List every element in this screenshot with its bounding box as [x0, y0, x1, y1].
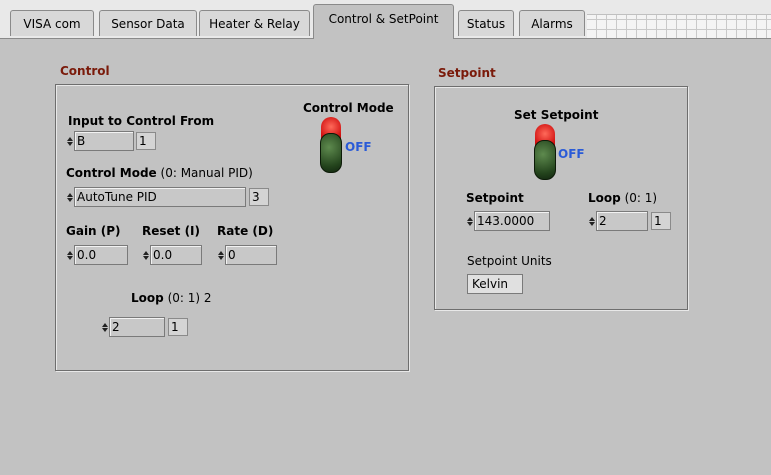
- tab-visa-com[interactable]: VISA com: [10, 10, 94, 36]
- setpoint-units-value: Kelvin: [467, 274, 523, 294]
- toggle-lever: [320, 133, 342, 173]
- setpoint-input[interactable]: 143.0000: [474, 211, 550, 231]
- gain-spinner[interactable]: [66, 245, 73, 265]
- tab-status[interactable]: Status: [458, 10, 514, 36]
- loop-label-bold: Loop: [131, 291, 164, 305]
- tab-control-setpoint[interactable]: Control & SetPoint: [313, 4, 454, 39]
- setpoint-loop-input[interactable]: 2: [596, 211, 648, 231]
- tab-heater-relay[interactable]: Heater & Relay: [199, 10, 310, 36]
- setpoint-label: Setpoint: [466, 191, 524, 205]
- control-mode-toggle-label: Control Mode: [303, 101, 394, 115]
- input-to-control-label: Input to Control From: [68, 114, 215, 128]
- setpoint-loop-index: 1: [651, 212, 671, 230]
- control-mode-state: OFF: [345, 140, 372, 154]
- tab-strip-filler: [587, 14, 771, 39]
- control-mode-label-bold: Control Mode: [66, 166, 157, 180]
- setpoint-loop-label-bold: Loop: [588, 191, 621, 205]
- setpoint-loop-spinner[interactable]: [588, 211, 595, 231]
- reset-spinner[interactable]: [142, 245, 149, 265]
- input-spinner[interactable]: [66, 131, 73, 151]
- loop-spinner[interactable]: [101, 317, 108, 337]
- loop-label: Loop (0: 1) 2: [131, 291, 212, 305]
- reset-label: Reset (I): [142, 224, 201, 238]
- setpoint-loop-label: Loop (0: 1): [588, 191, 657, 205]
- tab-alarms[interactable]: Alarms: [519, 10, 585, 36]
- set-setpoint-label: Set Setpoint: [514, 108, 599, 122]
- input-control-select[interactable]: B: [74, 131, 134, 151]
- gain-input[interactable]: 0.0: [74, 245, 128, 265]
- gain-label: Gain (P): [66, 224, 121, 238]
- setpoint-units-label: Setpoint Units: [467, 254, 552, 268]
- loop-label-note: (0: 1) 2: [167, 291, 212, 305]
- control-group-title: Control: [60, 64, 110, 78]
- setpoint-spinner[interactable]: [466, 211, 473, 231]
- setpoint-group-title: Setpoint: [438, 66, 496, 80]
- control-mode-label-note: (0: Manual PID): [160, 166, 253, 180]
- tab-sensor-data[interactable]: Sensor Data: [99, 10, 197, 36]
- input-control-index: 1: [136, 132, 156, 150]
- control-mode-spinner[interactable]: [66, 187, 73, 207]
- rate-spinner[interactable]: [217, 245, 224, 265]
- setpoint-loop-label-note: (0: 1): [624, 191, 658, 205]
- control-mode-index: 3: [249, 188, 269, 206]
- control-mode-toggle[interactable]: [320, 117, 342, 173]
- toggle-lever: [534, 140, 556, 180]
- rate-input[interactable]: 0: [225, 245, 277, 265]
- set-setpoint-state: OFF: [558, 147, 585, 161]
- control-mode-label: Control Mode (0: Manual PID): [66, 166, 253, 180]
- reset-input[interactable]: 0.0: [150, 245, 202, 265]
- set-setpoint-toggle[interactable]: [534, 124, 556, 180]
- loop-input[interactable]: 2: [109, 317, 165, 337]
- rate-label: Rate (D): [217, 224, 274, 238]
- control-mode-select[interactable]: AutoTune PID: [74, 187, 246, 207]
- loop-index: 1: [168, 318, 188, 336]
